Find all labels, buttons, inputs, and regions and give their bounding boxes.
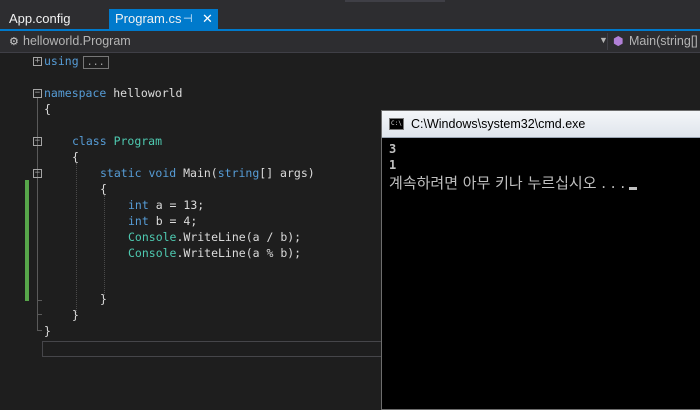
member-label: Main(string[] <box>629 34 698 48</box>
type-name: Console <box>128 230 177 244</box>
keyword: using <box>44 54 79 68</box>
press-any-key-prompt: 계속하려면 아무 키나 누르십시오 . . . <box>389 174 626 192</box>
class-name: Program <box>113 134 163 148</box>
namespace-name: helloworld <box>106 86 183 100</box>
code-line-main: static void Main(string[] args) <box>100 165 315 181</box>
type-dropdown[interactable]: ⚙ helloworld.Program <box>9 33 131 50</box>
type-name: Console <box>128 246 177 260</box>
brace: } <box>72 308 79 322</box>
class-icon: ⚙ <box>9 36 19 48</box>
keyword: namespace <box>44 86 107 100</box>
code-line-brace: } <box>100 291 107 307</box>
statement: .WriteLine(a / b); <box>176 230 302 244</box>
code-line-int-a: int a = 13; <box>128 197 204 213</box>
title-bar-edge <box>345 0 445 2</box>
tab-label: App.config <box>9 11 71 26</box>
outline-guide-end <box>37 300 42 301</box>
output-line: 3 <box>389 142 397 156</box>
code-line-brace: { <box>44 101 51 117</box>
collapsed-region[interactable]: ... <box>82 56 109 69</box>
code-line-brace: } <box>44 323 51 339</box>
code-line-writeline-1: Console.WriteLine(a / b); <box>128 229 301 245</box>
statement: .WriteLine(a % b); <box>176 246 302 260</box>
tab-program-cs[interactable]: Program.cs ⊣ ✕ <box>109 9 218 29</box>
pin-icon[interactable]: ⊣ <box>183 9 193 29</box>
method-sig: [] args) <box>259 166 315 180</box>
console-title-bar[interactable]: C:\ C:\Windows\system32\cmd.exe <box>382 111 700 138</box>
code-line-brace: { <box>72 149 79 165</box>
code-line-brace: { <box>100 181 107 197</box>
keyword: string <box>217 166 260 180</box>
brace: { <box>100 182 107 196</box>
brace: { <box>72 150 79 164</box>
close-icon[interactable]: ✕ <box>202 9 213 29</box>
code-line-writeline-2: Console.WriteLine(a % b); <box>128 245 301 261</box>
outline-expand-icon[interactable]: + <box>33 57 42 66</box>
brace: } <box>44 324 51 338</box>
keyword: class <box>72 134 107 148</box>
member-dropdown[interactable]: ⬢ Main(string[] <box>613 33 698 50</box>
console-window[interactable]: C:\ C:\Windows\system32\cmd.exe 3 1 계속하려… <box>381 110 700 410</box>
outline-guide <box>37 98 38 330</box>
console-output[interactable]: 3 1 계속하려면 아무 키나 누르십시오 . . . <box>389 141 638 193</box>
outline-guide-end <box>37 330 42 331</box>
text-cursor <box>629 187 638 190</box>
console-title: C:\Windows\system32\cmd.exe <box>411 117 586 131</box>
statement: a = 13; <box>148 198 205 212</box>
nav-divider <box>607 33 608 50</box>
change-indicator <box>25 180 29 301</box>
code-line-class: class Program <box>72 133 162 149</box>
brace: } <box>100 292 107 306</box>
terminal-icon: C:\ <box>389 118 404 130</box>
brace: { <box>44 102 51 116</box>
navigation-bar: ⚙ helloworld.Program ▼ ⬢ Main(string[] <box>0 31 700 53</box>
indent-guide <box>104 195 106 295</box>
output-line: 계속하려면 아무 키나 누르십시오 . . . <box>389 173 638 193</box>
method-icon: ⬢ <box>613 34 624 48</box>
output-line: 1 <box>389 158 397 172</box>
tab-label: Program.cs <box>115 11 182 26</box>
keyword: int <box>128 214 149 228</box>
code-line-brace: } <box>72 307 79 323</box>
outline-collapse-icon[interactable]: − <box>33 169 42 178</box>
current-line-highlight <box>42 341 422 357</box>
keyword: int <box>128 198 149 212</box>
type-label: helloworld.Program <box>23 34 131 48</box>
tab-app-config[interactable]: App.config <box>0 9 108 29</box>
keyword: void <box>148 166 177 180</box>
keyword: static <box>100 166 142 180</box>
indent-guide <box>76 163 78 313</box>
statement: b = 4; <box>148 214 198 228</box>
outline-collapse-icon[interactable]: − <box>33 89 42 98</box>
outline-guide-end <box>37 314 42 315</box>
code-line-namespace: namespace helloworld <box>44 85 182 101</box>
outline-collapse-icon[interactable]: − <box>33 137 42 146</box>
code-line-int-b: int b = 4; <box>128 213 197 229</box>
document-tab-strip: App.config Program.cs ⊣ ✕ <box>0 0 700 31</box>
code-line-using: using... <box>44 53 109 69</box>
method-sig: Main( <box>176 166 218 180</box>
